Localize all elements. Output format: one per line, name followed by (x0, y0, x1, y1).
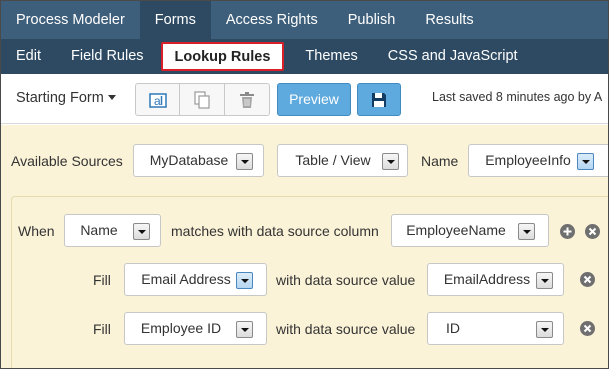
copy-icon (194, 90, 210, 109)
with-source-value-text: with data source value (276, 272, 416, 288)
subnav-edit[interactable]: Edit (1, 39, 56, 74)
source-name-select-value: EmployeeInfo (485, 152, 571, 168)
toolbar-button-group: a (135, 83, 270, 116)
add-condition-button[interactable] (560, 224, 575, 239)
chevron-down-icon[interactable] (536, 321, 553, 338)
nav-process-modeler[interactable]: Process Modeler (1, 1, 140, 39)
lookup-rules-panel: Available Sources MyDatabase Table / Vie… (1, 125, 608, 368)
nav-publish[interactable]: Publish (333, 1, 411, 39)
subnav-css-javascript[interactable]: CSS and JavaScript (373, 39, 533, 74)
fill-label: Fill (93, 321, 111, 337)
lookup-rule-box: When Name matches with data source colum… (11, 196, 608, 368)
source-value-select[interactable]: ID (427, 312, 564, 345)
database-select[interactable]: MyDatabase (133, 144, 264, 177)
chevron-down-icon[interactable] (236, 272, 253, 289)
subnav-themes[interactable]: Themes (290, 39, 372, 74)
when-label: When (18, 223, 55, 239)
svg-text:a: a (154, 94, 161, 108)
chevron-down-icon[interactable] (236, 153, 253, 170)
nav-access-rights[interactable]: Access Rights (211, 1, 333, 39)
when-field-select[interactable]: Name (64, 214, 161, 247)
plus-icon (563, 227, 572, 236)
chevron-down-icon[interactable] (382, 153, 399, 170)
starting-form-dropdown[interactable]: Starting Form (16, 90, 116, 106)
database-select-value: MyDatabase (149, 152, 229, 168)
subnav-lookup-rules[interactable]: Lookup Rules (160, 42, 285, 71)
toolbar: Starting Form a Preview Last saved 8 min… (1, 74, 608, 124)
chevron-down-icon[interactable] (133, 223, 150, 240)
label-field-button[interactable]: a (136, 84, 181, 115)
fill-field-select-value: Email Address (141, 271, 231, 287)
top-navigation: Process Modeler Forms Access Rights Publ… (1, 1, 608, 39)
save-icon (372, 92, 386, 107)
delete-button[interactable] (225, 84, 269, 115)
chevron-down-icon[interactable] (577, 153, 594, 170)
with-source-value-text: with data source value (276, 321, 416, 337)
column-select-value: EmployeeName (406, 222, 506, 238)
fill-label: Fill (93, 272, 111, 288)
window-frame: Process Modeler Forms Access Rights Publ… (0, 0, 609, 369)
chevron-down-icon[interactable] (536, 272, 553, 289)
preview-button[interactable]: Preview (277, 83, 351, 116)
remove-condition-button[interactable] (585, 224, 600, 239)
save-button[interactable] (357, 83, 401, 116)
close-icon (583, 324, 592, 333)
remove-fill-button[interactable] (580, 321, 595, 336)
subnav-field-rules[interactable]: Field Rules (56, 39, 159, 74)
chevron-down-icon[interactable] (236, 321, 253, 338)
nav-results[interactable]: Results (410, 1, 488, 39)
available-sources-label: Available Sources (11, 153, 123, 169)
source-value-select-value: ID (446, 320, 460, 336)
label-field-icon: a (148, 92, 167, 108)
matches-text: matches with data source column (171, 223, 379, 239)
last-saved-status: Last saved 8 minutes ago by A (432, 90, 603, 104)
source-type-select-value: Table / View (295, 152, 371, 168)
source-name-select[interactable]: EmployeeInfo (468, 144, 608, 177)
source-value-select-value: EmailAddress (443, 271, 531, 287)
close-icon (588, 227, 597, 236)
name-label: Name (421, 153, 459, 169)
chevron-down-icon[interactable] (518, 223, 535, 240)
trash-icon (239, 91, 254, 108)
sub-navigation: Edit Field Rules Lookup Rules Themes CSS… (1, 39, 608, 74)
fill-field-select[interactable]: Email Address (124, 263, 267, 296)
caret-down-icon (107, 95, 116, 100)
source-type-select[interactable]: Table / View (277, 144, 408, 177)
close-icon (583, 275, 592, 284)
starting-form-label: Starting Form (16, 90, 104, 106)
when-field-select-value: Name (80, 222, 118, 238)
fill-field-select[interactable]: Employee ID (124, 312, 267, 345)
remove-fill-button[interactable] (580, 272, 595, 287)
column-select[interactable]: EmployeeName (391, 214, 549, 247)
copy-button[interactable] (180, 84, 225, 115)
nav-forms[interactable]: Forms (139, 1, 211, 39)
fill-field-select-value: Employee ID (140, 320, 222, 336)
source-value-select[interactable]: EmailAddress (427, 263, 564, 296)
